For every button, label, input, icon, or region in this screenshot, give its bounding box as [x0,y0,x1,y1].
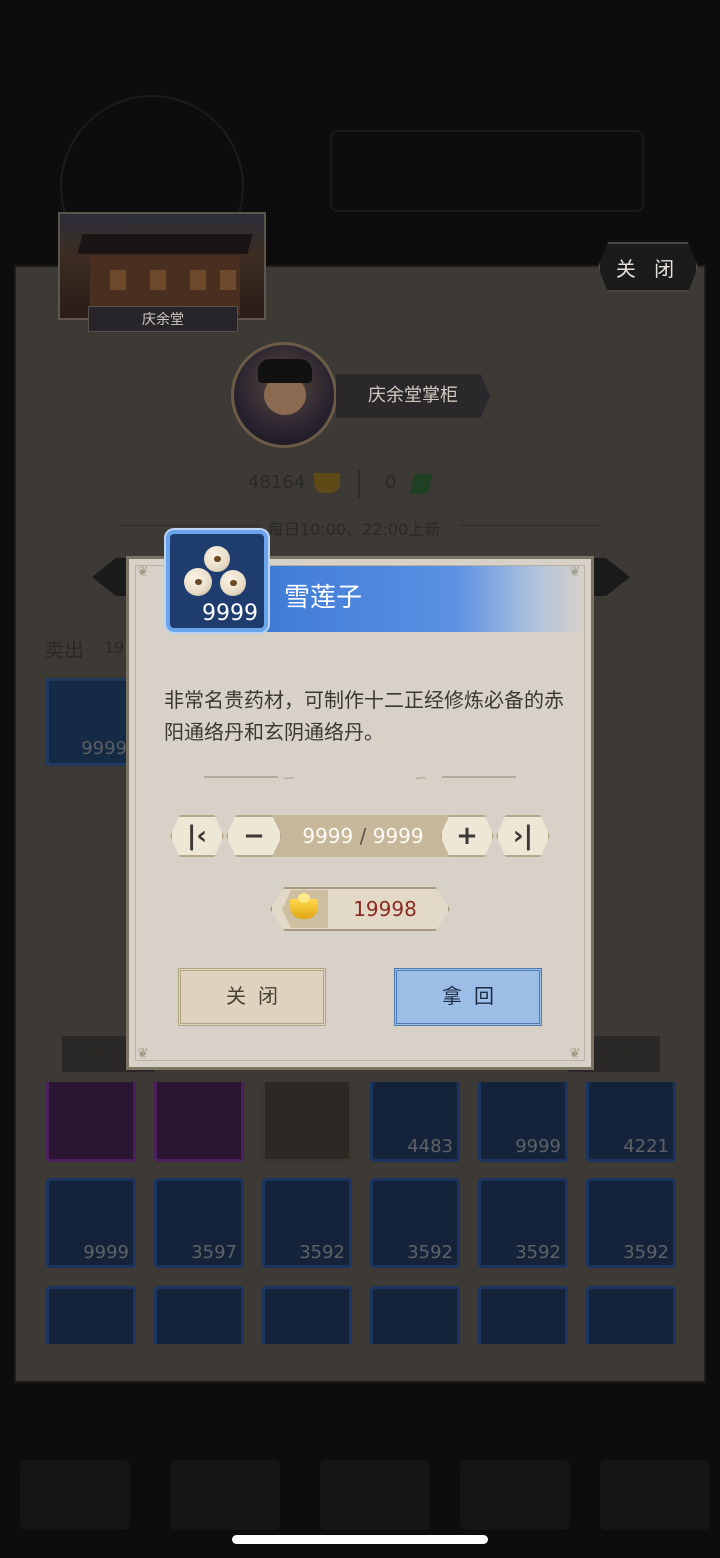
inventory-grid: 4483 9999 4221 9999 3597 3592 3592 3592 … [40,1082,680,1344]
minus-icon: − [243,821,265,851]
sell-slot-count: 9999 [81,738,127,759]
slot-count: 3597 [191,1242,237,1263]
inventory-slot[interactable]: 3592 [478,1178,568,1268]
inventory-slot[interactable]: 4221 [586,1082,676,1162]
item-icon-frame: 9999 [166,530,268,632]
bottom-nav-item[interactable] [600,1460,710,1530]
min-quantity-button[interactable]: |‹ [170,815,224,857]
keeper-avatar [231,342,337,448]
close-button[interactable]: 关闭 [178,968,326,1026]
inventory-slot[interactable] [154,1082,244,1162]
inventory-slot[interactable]: 3592 [586,1178,676,1268]
ornament-curl: ∽ [282,768,296,787]
slot-count: 4483 [407,1136,453,1157]
inventory-slot[interactable]: 4483 [370,1082,460,1162]
inventory-slot[interactable]: 9999 [46,1178,136,1268]
slot-count: 4221 [623,1136,669,1157]
bottom-nav-item[interactable] [20,1460,130,1530]
shop-name: 庆余堂 [88,306,238,332]
skip-to-min-icon: |‹ [186,821,208,851]
slot-count: 3592 [299,1242,345,1263]
bottom-nav-item[interactable] [170,1460,280,1530]
quantity-separator: / [359,824,367,848]
sell-label: 卖出 [44,638,84,662]
item-name: 雪莲子 [284,583,363,613]
corner-ornament: ❦ [137,564,149,580]
inventory-slot[interactable] [154,1286,244,1344]
inventory-slot[interactable] [262,1082,352,1162]
increase-button[interactable]: + [440,815,494,857]
slot-count: 3592 [623,1242,669,1263]
close-shop-button[interactable]: 关 闭 [598,242,698,292]
corner-ornament: ❦ [137,1046,149,1062]
ornament-curl: ∽ [414,768,428,787]
sell-slot[interactable]: 9999 [46,678,134,766]
slot-count: 9999 [83,1242,129,1263]
inventory-slot[interactable] [262,1286,352,1344]
keeper-name: 庆余堂掌柜 [336,374,490,418]
jade-amount: 0 [385,472,397,493]
quantity-current: 9999 [302,824,354,848]
inventory-slot[interactable] [46,1286,136,1344]
item-description: 非常名贵药材，可制作十二正经修炼必备的赤阳通络丹和玄阴通络丹。 [164,688,564,744]
gold-amount: 48164 [248,472,306,493]
inventory-slot[interactable] [478,1286,568,1344]
divider [460,525,600,526]
inventory-slot[interactable] [46,1082,136,1162]
shop-thumbnail [58,212,266,320]
bottom-nav-item[interactable] [460,1460,570,1530]
max-quantity-button[interactable]: ›| [496,815,550,857]
corner-ornament: ❦ [569,1046,581,1062]
gold-ingot-icon [290,893,318,919]
item-count: 9999 [202,601,258,626]
slot-count: 3592 [515,1242,561,1263]
inventory-slot[interactable]: 3592 [262,1178,352,1268]
quantity-max: 9999 [372,824,424,848]
sell-count: 19 [104,638,125,657]
bottom-nav-item[interactable] [320,1460,430,1530]
home-indicator[interactable] [232,1535,488,1544]
slot-count: 9999 [515,1136,561,1157]
inventory-slot[interactable]: 3592 [370,1178,460,1268]
decrease-button[interactable]: − [226,815,282,857]
price-value: 19998 [353,897,417,921]
skip-to-max-icon: ›| [512,821,534,851]
inventory-slot[interactable]: 9999 [478,1082,568,1162]
divider [120,525,260,526]
slot-count: 3592 [407,1242,453,1263]
background-banner [330,130,644,212]
plus-icon: + [456,821,478,851]
ornament-line [442,776,516,778]
ornament-line [204,776,278,778]
gold-ingot-icon [314,473,340,493]
currency-divider [358,470,360,498]
inventory-slot[interactable] [586,1286,676,1344]
inventory-slot[interactable]: 3597 [154,1178,244,1268]
take-back-button[interactable]: 拿回 [394,968,542,1026]
refresh-time: 每日10:00、22:00上新 [268,520,441,539]
inventory-slot[interactable] [370,1286,460,1344]
